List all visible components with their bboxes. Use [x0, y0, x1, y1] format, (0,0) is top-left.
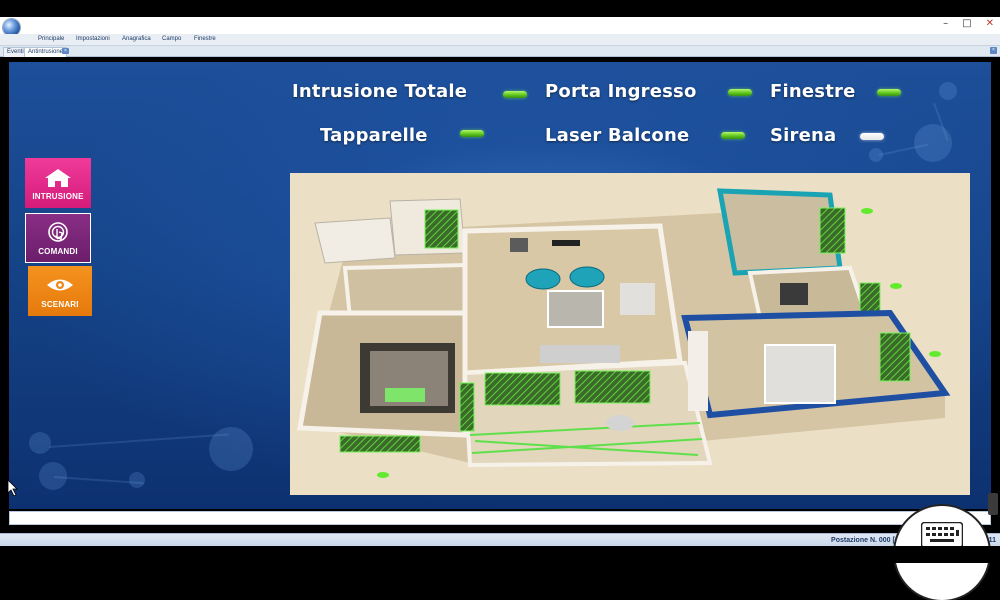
menu-item-anagrafica[interactable]: Anagrafica: [122, 34, 151, 45]
home-icon: [25, 166, 91, 188]
keyboard-icon: [921, 522, 963, 548]
status-bar: Postazione N. 000 [!Postazione Zero d … …: [0, 533, 1000, 547]
zone-label-tapparelle: Tapparelle: [320, 125, 428, 146]
menu-bar: Principale Impostazioni Anagrafica Campo…: [0, 34, 1000, 46]
pane-close-icon[interactable]: ×: [990, 47, 997, 54]
tab-close-icon[interactable]: ×: [62, 48, 69, 54]
bg-node: [129, 472, 145, 488]
window-controls: – □ ✕: [943, 18, 994, 30]
bg-link: [48, 433, 229, 448]
eye-icon: [28, 274, 92, 296]
event-strip: [9, 511, 991, 525]
close-button[interactable]: ✕: [986, 18, 994, 30]
intrusione-label: INTRUSIONE: [32, 192, 84, 201]
tab-antintrusione[interactable]: Antintrusione: [24, 47, 68, 57]
scenari-label: SCENARI: [41, 300, 79, 309]
zone-led-intrusione-totale[interactable]: [503, 91, 527, 98]
zone-label-intrusione-totale: Intrusione Totale: [292, 81, 468, 102]
comandi-button[interactable]: COMANDI: [25, 213, 91, 263]
zone-led-tapparelle[interactable]: [460, 130, 484, 137]
zone-led-laser-balcone[interactable]: [721, 132, 745, 139]
bg-node: [914, 124, 952, 162]
zone-label-laser-balcone: Laser Balcone: [545, 125, 690, 146]
bg-node: [29, 432, 51, 454]
side-grip-handle[interactable]: [988, 493, 998, 515]
title-bar: [0, 17, 1000, 34]
menu-item-principale[interactable]: Principale: [38, 34, 64, 45]
zone-led-sirena[interactable]: [860, 133, 884, 140]
menu-item-impostazioni[interactable]: Impostazioni: [76, 34, 110, 45]
maximize-button[interactable]: □: [962, 18, 971, 30]
comandi-label: COMANDI: [38, 247, 78, 256]
zone-label-finestre: Finestre: [770, 81, 856, 102]
menu-item-campo[interactable]: Campo: [162, 34, 181, 45]
scenari-button[interactable]: SCENARI: [28, 266, 92, 316]
zone-led-porta-ingresso[interactable]: [728, 89, 752, 96]
intrusione-button[interactable]: INTRUSIONE: [25, 158, 91, 208]
bg-node: [939, 82, 957, 100]
touch-icon: [25, 221, 91, 243]
tab-bar: Eventi Antintrusione ×: [0, 46, 1000, 57]
mouse-cursor-icon: [8, 480, 18, 496]
zone-label-porta-ingresso: Porta Ingresso: [545, 81, 697, 102]
floorplan-map[interactable]: [290, 173, 970, 495]
letterbox-top: [0, 0, 1000, 17]
zone-led-finestre[interactable]: [877, 89, 901, 96]
floorplan-drawing: [290, 173, 970, 495]
menu-item-finestre[interactable]: Finestre: [194, 34, 216, 45]
minimize-button[interactable]: –: [943, 18, 948, 30]
zone-label-sirena: Sirena: [770, 125, 837, 146]
letterbox-bottom: [0, 546, 1000, 563]
